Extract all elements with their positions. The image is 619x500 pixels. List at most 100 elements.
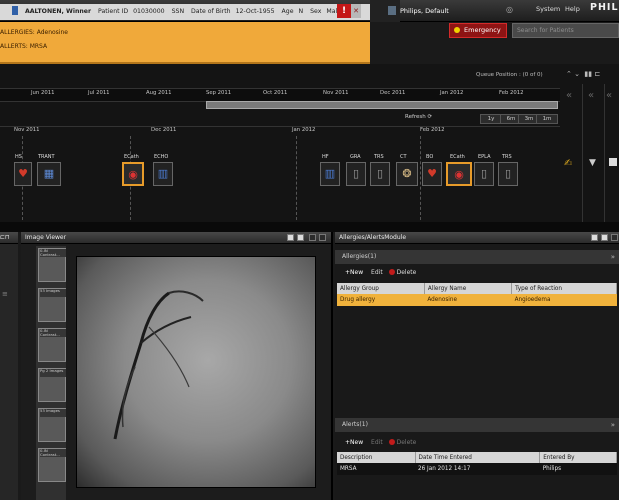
filter-icon[interactable]: ▼ xyxy=(589,158,596,168)
table-cell: Adenosine xyxy=(424,294,512,306)
event-thumb-selected[interactable]: ◉ xyxy=(122,162,144,186)
building-icon: ▥ xyxy=(324,167,336,180)
new-allergy-button[interactable]: +New xyxy=(345,269,363,276)
event-thumb[interactable]: ▯ xyxy=(498,162,518,186)
signature-icon[interactable]: ✍ xyxy=(564,158,572,169)
event-thumb[interactable]: ▯ xyxy=(370,162,390,186)
event-thumb[interactable]: ♥ xyxy=(422,162,442,186)
allergy-banner: ALLERGIES: Adenosine ALLERTS: MRSA xyxy=(0,22,370,64)
minimize-icon[interactable] xyxy=(309,234,316,241)
panel-layout-icon[interactable] xyxy=(601,234,608,241)
angiogram-image[interactable] xyxy=(76,256,316,488)
table-row[interactable]: Drug allergy Adenosine Angioedema xyxy=(337,294,617,306)
zoom-1y-button[interactable]: 1y xyxy=(480,114,502,124)
queue-controls[interactable]: ⌃ ⌄ ▮▮ ⊏ xyxy=(566,70,619,82)
minimize-icon[interactable] xyxy=(611,234,618,241)
event-thumb[interactable]: ♥ xyxy=(14,162,32,186)
module-header: Allergies/AlertsModule xyxy=(335,232,619,244)
close-patient-icon[interactable]: ✕ xyxy=(351,4,361,18)
zoom-1m-button[interactable]: 1m xyxy=(536,114,558,124)
warning-icon[interactable]: ! xyxy=(337,4,351,18)
edit-allergy-button[interactable]: Edit xyxy=(371,269,383,276)
heart-icon: ♥ xyxy=(18,167,28,180)
image-thumbnail[interactable]: 0-IN Contrast... xyxy=(38,328,66,362)
table-cell: 26 Jan 2012 14:17 xyxy=(415,463,540,475)
event-thumb[interactable]: ▯ xyxy=(346,162,366,186)
building-icon: ▥ xyxy=(157,167,169,180)
month-label: Dec 2011 xyxy=(380,90,406,96)
event-label: CT xyxy=(400,154,407,160)
month-label: Aug 2011 xyxy=(146,90,172,96)
collapse-left-icon[interactable]: « xyxy=(588,90,602,104)
event-thumb[interactable]: ❂ xyxy=(396,162,418,186)
patient-flag-icon xyxy=(12,6,18,15)
thumb-caption: 53 Images xyxy=(40,409,66,417)
timeline-slider[interactable] xyxy=(206,101,558,109)
panel-layout-icon[interactable] xyxy=(287,234,294,241)
delete-allergy-button[interactable]: Delete xyxy=(397,269,417,276)
queue-position: Queue Position : (0 of 0) xyxy=(476,72,543,78)
image-viewer-header: Image Viewer xyxy=(21,232,331,244)
patient-info-strip: AALTONEN, Winner Patient ID 01030000 SSN … xyxy=(0,4,370,20)
column-header[interactable]: Allergy Name xyxy=(424,283,513,294)
month-label: Sep 2011 xyxy=(206,90,232,96)
allergies-alerts-module: Allergies/AlertsModule Allergies(1) » +Ne… xyxy=(335,232,619,500)
sub-month-label: Nov 2011 xyxy=(14,127,40,133)
image-thumbnail[interactable]: 53 Images xyxy=(38,408,66,442)
alerts-section-header[interactable]: Alerts(1) » xyxy=(335,418,619,432)
event-label: BO xyxy=(426,154,434,160)
collapse-icon[interactable]: » xyxy=(611,250,615,264)
banner-allergies: ALLERGIES: Adenosine xyxy=(0,29,68,36)
event-thumb-selected[interactable]: ◉ xyxy=(446,162,472,186)
system-link[interactable]: System xyxy=(536,5,560,13)
help-link[interactable]: Help xyxy=(565,5,580,13)
event-thumb[interactable]: ▥ xyxy=(320,162,340,186)
collapse-left-icon[interactable]: « xyxy=(606,90,619,104)
sex-label: Sex xyxy=(310,8,322,15)
divider xyxy=(604,84,605,222)
column-header[interactable]: Allergy Group xyxy=(337,283,425,294)
event-thumb[interactable]: ▯ xyxy=(474,162,494,186)
image-thumbnail[interactable]: 0-IN Contrast... xyxy=(38,448,66,482)
maximize-icon[interactable] xyxy=(319,234,326,241)
image-viewer-title: Image Viewer xyxy=(25,234,67,241)
delete-alert-button[interactable]: Delete xyxy=(397,439,417,446)
delete-icon xyxy=(388,439,395,445)
resize-grip-icon[interactable]: ≡ xyxy=(2,290,8,298)
image-thumbnail[interactable]: 0-IN Contrast... xyxy=(38,248,66,282)
banner-alerts: ALLERTS: MRSA xyxy=(0,43,48,50)
network-icon[interactable]: ◎ xyxy=(506,5,516,16)
timeline-guide xyxy=(296,136,297,220)
collapse-icon[interactable]: » xyxy=(611,418,615,432)
table-row[interactable]: MRSA 26 Jan 2012 14:17 Philips xyxy=(337,463,617,475)
column-header[interactable]: Description xyxy=(337,452,416,463)
column-header[interactable]: Date Time Entered xyxy=(415,452,541,463)
event-label: ECath xyxy=(124,154,139,160)
event-thumb[interactable]: ▥ xyxy=(153,162,173,186)
refresh-button[interactable]: Refresh ⟳ xyxy=(405,114,432,120)
brand-logo: PHILIPS xyxy=(590,2,619,13)
sub-month-label: Feb 2012 xyxy=(420,127,445,133)
collapse-left-icon[interactable]: « xyxy=(566,90,580,104)
event-label: HF xyxy=(322,154,329,160)
search-input[interactable]: Search for Patients xyxy=(512,23,619,38)
alerts-section-title: Alerts(1) xyxy=(342,421,368,428)
column-header[interactable]: Type of Reaction xyxy=(511,283,617,294)
image-thumbnail[interactable]: Pg 2 Images xyxy=(38,368,66,402)
stop-icon[interactable] xyxy=(609,158,617,166)
new-alert-button[interactable]: +New xyxy=(345,439,363,446)
dob-label: Date of Birth xyxy=(191,8,231,15)
brain-icon: ❂ xyxy=(402,167,412,180)
emergency-dot-icon xyxy=(454,27,460,33)
panel-layout-icon[interactable] xyxy=(297,234,304,241)
user-name[interactable]: Philips, Default xyxy=(400,4,460,18)
edit-alert-button[interactable]: Edit xyxy=(371,439,383,446)
image-thumbnail[interactable]: 53 Images xyxy=(38,288,66,322)
column-header[interactable]: Entered By xyxy=(539,452,617,463)
cath-icon: ◉ xyxy=(128,168,138,181)
panel-layout-icon[interactable] xyxy=(591,234,598,241)
thumb-caption: 0-IN Contrast... xyxy=(40,449,66,457)
allergies-section-header[interactable]: Allergies(1) » xyxy=(335,250,619,264)
event-thumb[interactable]: ▦ xyxy=(37,162,61,186)
sub-month-label: Dec 2011 xyxy=(151,127,177,133)
